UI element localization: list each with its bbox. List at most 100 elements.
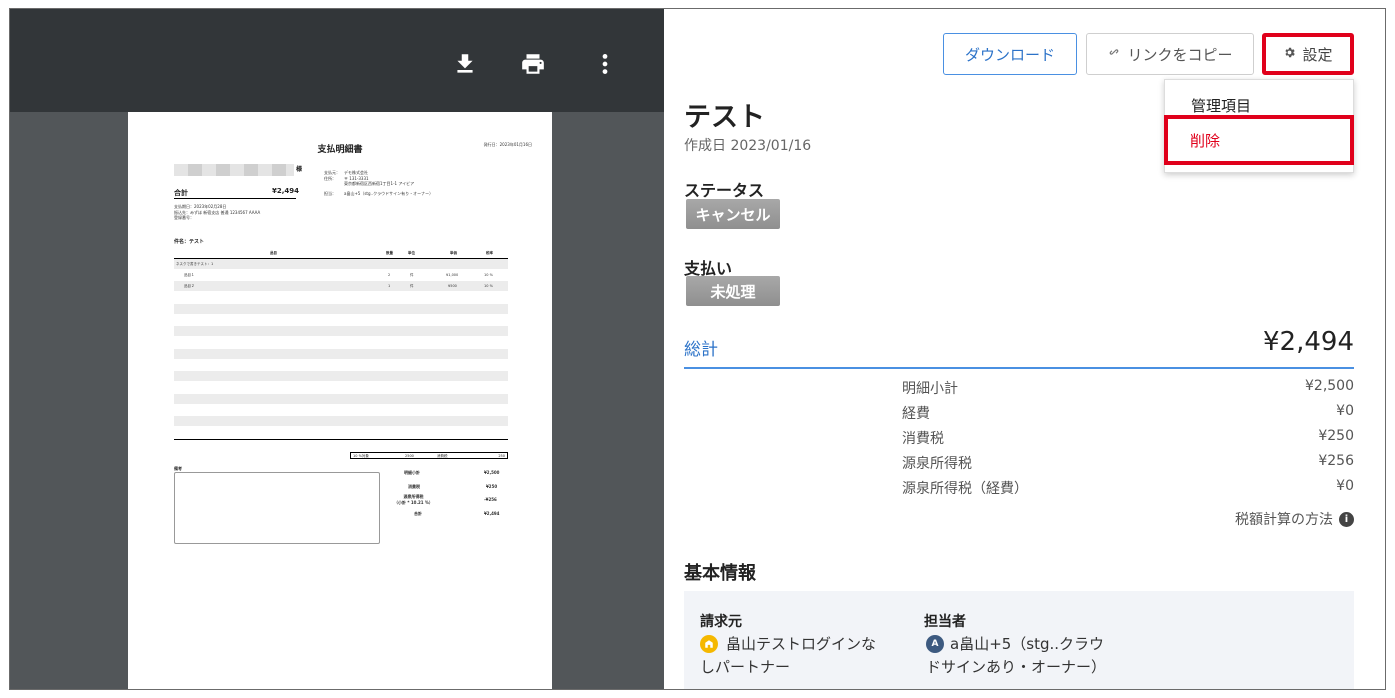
pdf-empty-row (174, 304, 508, 314)
company-icon (700, 635, 718, 653)
pdf-payer-line: 担当： a畠山+5（stg..クラウドサイン有り・オーナー） (324, 190, 434, 196)
pdf-empty-row (174, 326, 508, 336)
biller-name-line: しパートナー (700, 658, 791, 676)
pdf-totals-value: ¥2,500 (484, 470, 500, 475)
pdf-tax-summary-tax: 250 (498, 454, 505, 458)
pdf-meta-block: 支払期日：2023年02月28日 振込先：みずほ 新宿支店 普通 1234567… (174, 204, 260, 221)
breakdown-value: ¥0 (1336, 403, 1354, 419)
tax-method-link[interactable]: 税額計算の方法 i (1235, 509, 1354, 529)
tax-method-label: 税額計算の方法 (1235, 512, 1333, 528)
pdf-toolbar (10, 9, 664, 112)
pdf-totals-label: 明細小計 (404, 470, 420, 475)
pdf-group-row: ネスクで書きテスト：1 (174, 259, 508, 269)
status-label: ステータス (684, 181, 765, 200)
pdf-tax-summary-label: 10 %対象 (353, 454, 369, 458)
pdf-total-value: ¥2,494 (272, 187, 300, 195)
pdf-issue-date: 発行日：2023年01月16日 (483, 142, 532, 147)
pdf-cell-unit: 件 (410, 284, 414, 288)
breakdown-value: ¥256 (1318, 453, 1354, 469)
breakdown-value: ¥2,500 (1305, 378, 1354, 394)
owner-label: 担当者 (924, 614, 966, 630)
pdf-totals-value: -¥256 (484, 497, 497, 502)
pdf-item-row: 品目２ 1 件 ¥500 10 % (174, 281, 508, 291)
download-button[interactable]: ダウンロード (943, 33, 1077, 75)
owner-name-line: ドサインあり・オーナー） (926, 658, 1107, 676)
owner-name[interactable]: a畠山+5（stg..クラウ ドサインあり・オーナー） (926, 633, 1106, 679)
pdf-cell-qty: 2 (388, 273, 391, 277)
pdf-payer-line: 東京都新宿区西新宿1丁目1-1 アイビア (324, 181, 415, 186)
pdf-recipient-redacted (174, 164, 294, 176)
download-button-label: ダウンロード (964, 45, 1055, 64)
pdf-meta-line: 登録番号： (174, 215, 194, 220)
pdf-tax-summary-tax-label: 消費税 (437, 454, 448, 458)
pdf-group-label: ネスクで書きテスト：1 (176, 262, 214, 266)
copy-link-label: リンクをコピー (1127, 45, 1233, 64)
created-date: 作成日 2023/01/16 (684, 138, 812, 154)
biller-name-line: 畠山テストログインな (726, 635, 877, 653)
pdf-col-price: 単価 (450, 251, 457, 255)
settings-button[interactable]: 設定 (1262, 33, 1354, 75)
settings-label: 設定 (1302, 45, 1333, 64)
pdf-cell-tax: 10 % (484, 284, 493, 288)
breakdown-label: 源泉所得税（経費） (902, 481, 1028, 497)
total-value: ¥2,494 (1263, 327, 1354, 357)
basic-info-title: 基本情報 (684, 563, 756, 584)
total-label: 総計 (684, 340, 718, 360)
pdf-cell-price: ¥500 (448, 284, 457, 288)
print-icon[interactable] (520, 51, 546, 77)
pdf-empty-row (174, 416, 508, 426)
pdf-totals-label: 合計 (414, 511, 422, 516)
page-title: テスト (684, 102, 765, 133)
pdf-table-header: 品目 数量 単位 単価 税率 (174, 248, 508, 258)
download-icon[interactable] (452, 51, 478, 77)
gear-icon (1283, 45, 1296, 63)
breakdown-label: 明細小計 (902, 381, 958, 397)
breakdown-label: 消費税 (902, 431, 944, 447)
pdf-cell-price: ¥1,000 (446, 273, 459, 277)
payment-badge: 未処理 (686, 276, 780, 306)
pdf-cell-unit: 件 (410, 273, 414, 277)
breakdown-label: 経費 (902, 406, 930, 422)
app-frame: 支払明細書 発行日：2023年01月16日 様 合計 ¥2,494 支払元： デ… (9, 8, 1386, 690)
info-icon[interactable]: i (1339, 511, 1354, 527)
pdf-col-item: 品目 (270, 251, 277, 255)
biller-name[interactable]: 畠山テストログインな しパートナー (700, 633, 877, 679)
pdf-totals-value: ¥250 (486, 484, 498, 489)
copy-link-button[interactable]: リンクをコピー (1086, 33, 1254, 75)
owner-name-line: a畠山+5（stg..クラウ (950, 635, 1105, 653)
pdf-totals-label: 源泉所得税 （小計 * 10.21 %） (394, 494, 433, 505)
pdf-viewer[interactable]: 支払明細書 発行日：2023年01月16日 様 合計 ¥2,494 支払元： デ… (10, 9, 664, 689)
pdf-tax-summary: 10 %対象 2500 消費税 250 (350, 452, 508, 459)
breakdown-value: ¥250 (1318, 428, 1354, 444)
pdf-recipient-suffix: 様 (296, 166, 303, 173)
pdf-subject: 件名：テスト (174, 239, 205, 245)
pdf-total-underline (174, 198, 296, 199)
pdf-cell-qty: 1 (388, 284, 391, 288)
pdf-col-qty: 数量 (386, 251, 393, 255)
pdf-payer-block: 支払元： デモ株式会社 住所： 〒 131-3331 東京都新宿区西新宿1丁目1… (324, 170, 433, 196)
pdf-page: 支払明細書 発行日：2023年01月16日 様 合計 ¥2,494 支払元： デ… (128, 112, 552, 689)
pdf-table-bottom-rule (174, 439, 508, 440)
basic-info-box: 請求元 畠山テストログインな しパートナー 担当者 A a畠山+5（stg..ク… (684, 591, 1354, 689)
menu-item-delete[interactable]: 削除 (1164, 115, 1354, 165)
total-divider (684, 367, 1354, 369)
pdf-item-row: 品目１ 2 件 ¥1,000 10 % (174, 270, 508, 280)
pdf-remarks-box (174, 472, 380, 544)
pdf-total-label: 合計 (174, 189, 188, 197)
status-badge: キャンセル (686, 199, 780, 229)
link-icon (1107, 45, 1121, 63)
pdf-empty-row (174, 371, 508, 381)
pdf-empty-row (174, 349, 508, 359)
pdf-cell-item: 品目１ (184, 273, 195, 277)
pdf-remarks-label: 備考 (174, 466, 182, 471)
avatar: A (926, 635, 944, 653)
pdf-totals-label: 消費税 (408, 484, 420, 489)
pdf-empty-row (174, 394, 508, 404)
more-vert-icon[interactable] (592, 51, 618, 77)
pdf-tax-summary-amount: 2500 (405, 454, 414, 458)
pdf-totals-value: ¥2,494 (484, 511, 500, 516)
pdf-cell-tax: 10 % (484, 273, 493, 277)
pdf-cell-item: 品目２ (184, 284, 195, 288)
detail-panel: ダウンロード リンクをコピー 設定 管理項目 削除 テスト 作成日 2023/0… (664, 9, 1385, 689)
biller-label: 請求元 (700, 614, 742, 630)
